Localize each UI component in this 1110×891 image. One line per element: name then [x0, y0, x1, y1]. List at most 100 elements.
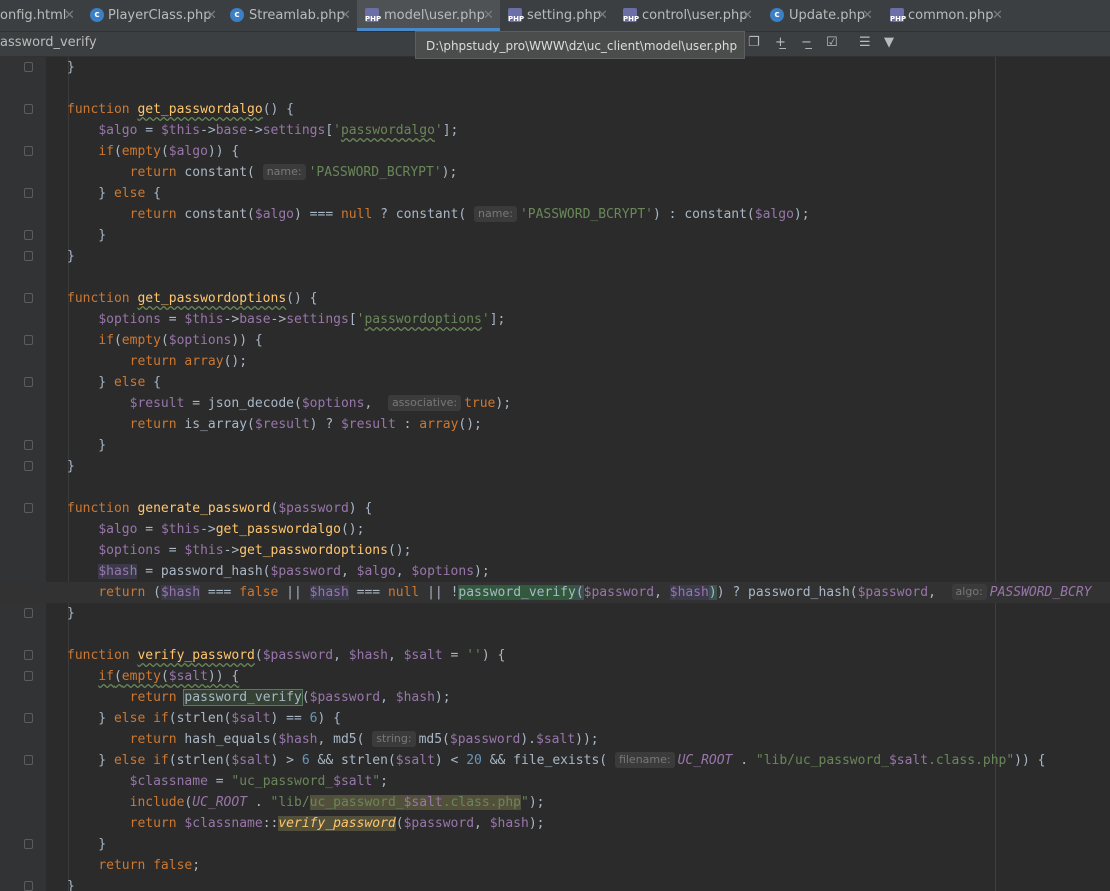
tab-label: setting.php — [527, 8, 601, 23]
parameter-hint: name: — [474, 206, 517, 222]
code-line[interactable]: } — [0, 435, 1110, 456]
fold-icon[interactable] — [24, 755, 33, 765]
php-icon: PHP — [623, 8, 639, 23]
class-icon: c — [770, 8, 784, 22]
code-line[interactable]: return password_verify($password, $hash)… — [0, 687, 1110, 708]
tab-playerclass[interactable]: c PlayerClass.php ✕ — [82, 0, 220, 31]
code-line[interactable]: $algo = $this->get_passwordalgo(); — [0, 519, 1110, 540]
close-icon[interactable]: ✕ — [992, 0, 1003, 31]
add-occurrence-icon[interactable]: +̲ — [775, 35, 786, 50]
tab-model-user[interactable]: PHP model\user.php ✕ — [357, 0, 500, 31]
fold-icon[interactable] — [24, 104, 33, 114]
php-icon: PHP — [890, 8, 906, 23]
close-icon[interactable]: ✕ — [597, 0, 608, 31]
code-line[interactable]: function generate_password($password) { — [0, 498, 1110, 519]
parameter-hint: string: — [372, 731, 416, 747]
tab-label: Update.php — [789, 8, 865, 23]
code-line[interactable]: return hash_equals($hash, md5( string: md… — [0, 729, 1110, 750]
parameter-hint: name: — [262, 164, 306, 180]
code-line[interactable]: $algo = $this->base->settings['passworda… — [0, 120, 1110, 141]
fold-icon[interactable] — [24, 440, 33, 450]
class-icon: c — [90, 8, 104, 22]
code-line[interactable]: } — [0, 57, 1110, 78]
close-icon[interactable]: ✕ — [206, 0, 217, 31]
code-line[interactable]: include(UC_ROOT . "lib/uc_password_$salt… — [0, 792, 1110, 813]
parameter-hint: filename: — [614, 752, 675, 768]
tab-label: model\user.php — [384, 8, 485, 23]
fold-icon[interactable] — [24, 62, 33, 72]
remove-occurrence-icon[interactable]: −̲ — [801, 35, 812, 50]
close-icon[interactable]: ✕ — [340, 0, 351, 31]
code-line-current[interactable]: return ($hash === false || $hash === nul… — [0, 582, 1110, 603]
filter-icon[interactable]: ▼ — [884, 35, 894, 50]
code-line[interactable]: function get_passwordoptions() { — [0, 288, 1110, 309]
file-path-tooltip: D:\phpstudy_pro\WWW\dz\uc_client\model\u… — [415, 31, 745, 59]
code-line[interactable]: } — [0, 246, 1110, 267]
tab-common[interactable]: PHP common.php ✕ — [884, 0, 1014, 31]
fold-icon[interactable] — [24, 377, 33, 387]
tab-setting[interactable]: PHP setting.php ✕ — [501, 0, 613, 31]
code-line[interactable]: $classname = "uc_password_$salt"; — [0, 771, 1110, 792]
parameter-hint: associative: — [387, 395, 462, 411]
code-line[interactable]: return is_array($result) ? $result : arr… — [0, 414, 1110, 435]
tab-label: onfig.html — [0, 8, 67, 23]
fold-icon[interactable] — [24, 839, 33, 849]
close-icon[interactable]: ✕ — [862, 0, 873, 31]
code-line[interactable]: $options = $this->base->settings['passwo… — [0, 309, 1110, 330]
fold-icon[interactable] — [24, 461, 33, 471]
tab-streamlab[interactable]: c Streamlab.php ✕ — [222, 0, 356, 31]
code-line[interactable]: return false; — [0, 855, 1110, 876]
close-icon[interactable]: ✕ — [742, 0, 753, 31]
code-line[interactable]: if(empty($salt)) { — [0, 666, 1110, 687]
fold-icon[interactable] — [24, 293, 33, 303]
parameter-hint: algo: — [951, 584, 987, 600]
code-line[interactable]: } — [0, 876, 1110, 891]
fold-icon[interactable] — [24, 650, 33, 660]
close-icon[interactable]: ✕ — [483, 0, 494, 31]
code-line[interactable]: $result = json_decode($options, associat… — [0, 393, 1110, 414]
code-line[interactable]: } else { — [0, 183, 1110, 204]
fold-icon[interactable] — [24, 335, 33, 345]
code-editor[interactable]: } function get_passwordalgo() { $algo = … — [0, 57, 1110, 891]
fold-icon[interactable] — [24, 188, 33, 198]
fold-icon[interactable] — [24, 671, 33, 681]
tab-label: Streamlab.php — [249, 8, 345, 23]
code-line[interactable]: function get_passwordalgo() { — [0, 99, 1110, 120]
fold-icon[interactable] — [24, 230, 33, 240]
fold-icon[interactable] — [24, 713, 33, 723]
code-line[interactable]: } — [0, 225, 1110, 246]
code-line[interactable]: } else { — [0, 372, 1110, 393]
code-line[interactable]: if(empty($algo)) { — [0, 141, 1110, 162]
tab-label: PlayerClass.php — [108, 8, 212, 23]
code-line[interactable]: return array(); — [0, 351, 1110, 372]
php-icon: PHP — [508, 8, 524, 23]
fold-icon[interactable] — [24, 146, 33, 156]
code-line[interactable]: if(empty($options)) { — [0, 330, 1110, 351]
fold-icon[interactable] — [24, 608, 33, 618]
code-line[interactable]: return constant($algo) === null ? consta… — [0, 204, 1110, 225]
code-line[interactable]: } — [0, 834, 1110, 855]
class-icon: c — [230, 8, 244, 22]
code-line[interactable]: } — [0, 456, 1110, 477]
code-line[interactable]: return constant( name: 'PASSWORD_BCRYPT')… — [0, 162, 1110, 183]
code-line[interactable]: $hash = password_hash($password, $algo, … — [0, 561, 1110, 582]
php-icon: PHP — [365, 8, 381, 23]
tab-control-user[interactable]: PHP control\user.php ✕ — [615, 0, 757, 31]
select-all-occurrences-icon[interactable]: ☑ — [826, 35, 838, 50]
code-line[interactable]: } else if(strlen($salt) > 6 && strlen($s… — [0, 750, 1110, 771]
tab-label: control\user.php — [642, 8, 748, 23]
code-line[interactable]: $options = $this->get_passwordoptions(); — [0, 540, 1110, 561]
code-line[interactable]: } — [0, 603, 1110, 624]
close-icon[interactable]: ✕ — [64, 0, 75, 31]
code-line[interactable]: } else if(strlen($salt) == 6) { — [0, 708, 1110, 729]
fold-icon[interactable] — [24, 251, 33, 261]
tab-update[interactable]: c Update.php ✕ — [763, 0, 883, 31]
code-line[interactable]: function verify_password($password, $has… — [0, 645, 1110, 666]
tab-config-html[interactable]: onfig.html ✕ — [0, 0, 80, 31]
align-icon[interactable]: ☰ — [859, 35, 871, 50]
breadcrumb[interactable]: assword_verify — [0, 35, 97, 50]
window-icon[interactable]: ❐ — [748, 35, 760, 50]
code-line[interactable]: return $classname::verify_password($pass… — [0, 813, 1110, 834]
fold-icon[interactable] — [24, 881, 33, 891]
fold-icon[interactable] — [24, 503, 33, 513]
